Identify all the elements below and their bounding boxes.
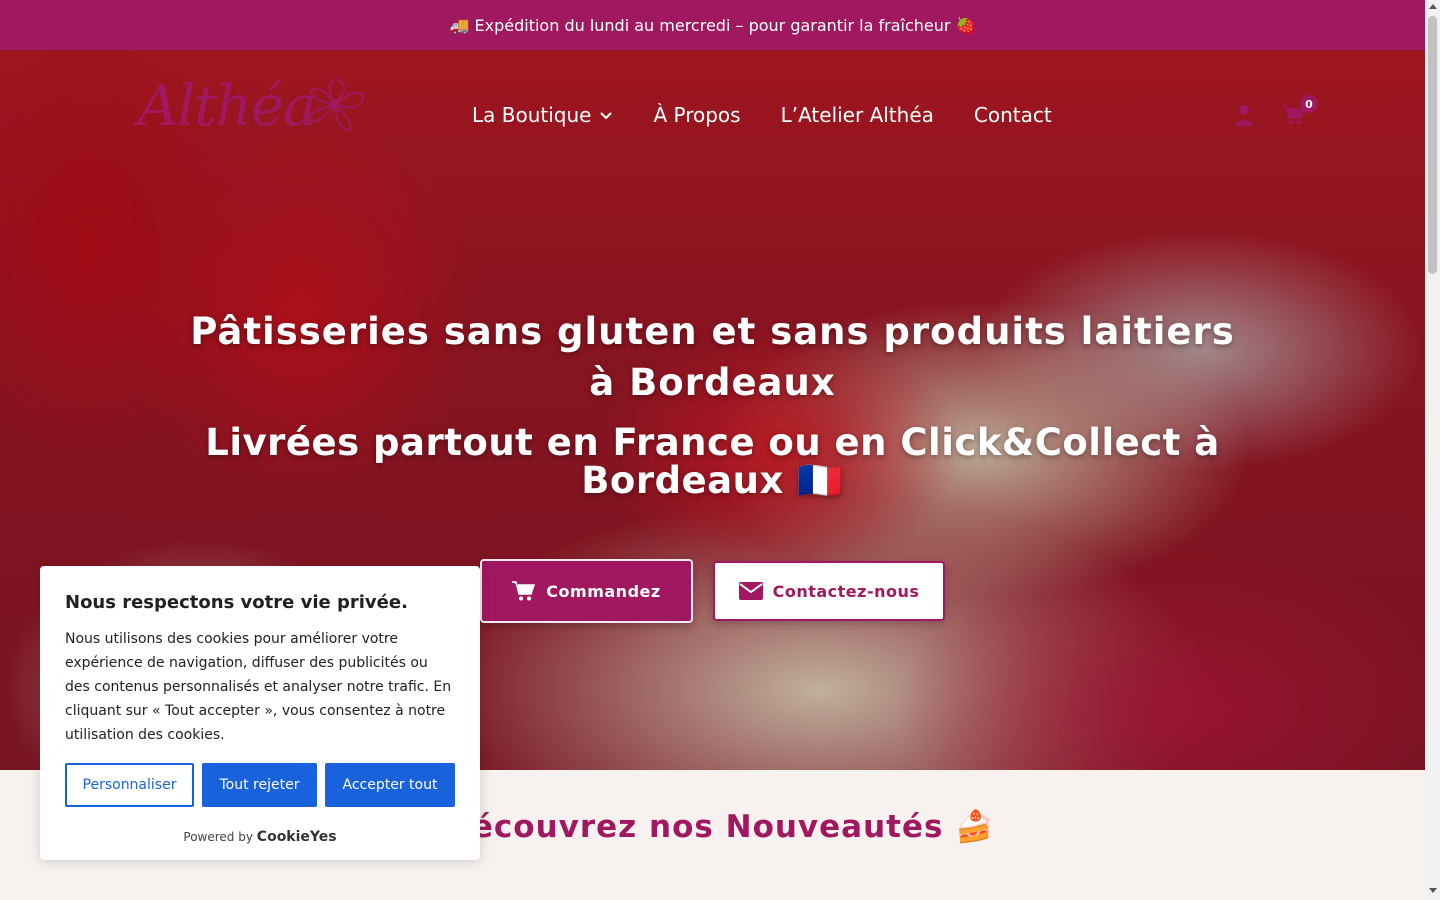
scrollbar-thumb[interactable] bbox=[1428, 16, 1437, 274]
chevron-down-icon bbox=[600, 112, 613, 120]
cookie-title: Nous respectons votre vie privée. bbox=[65, 592, 408, 613]
announcement-text: 🚚 Expédition du lundi au mercredi – pour… bbox=[449, 15, 976, 35]
cart-count-badge: 0 bbox=[1300, 95, 1318, 113]
nav-atelier-althea[interactable]: L’Atelier Althéa bbox=[781, 103, 934, 127]
cookie-consent-banner: Nous respectons votre vie privée. Nous u… bbox=[40, 566, 480, 860]
accept-all-button[interactable]: Accepter tout bbox=[325, 763, 455, 807]
envelope-icon bbox=[738, 582, 763, 600]
shopping-cart-icon bbox=[512, 581, 536, 601]
section-title: Découvrez nos Nouveautés 🍰 bbox=[445, 809, 995, 845]
order-button-label: Commandez bbox=[546, 581, 661, 601]
vertical-scrollbar[interactable] bbox=[1425, 0, 1440, 900]
cart-button[interactable]: 0 bbox=[1282, 95, 1322, 128]
nav-contact[interactable]: Contact bbox=[974, 103, 1052, 127]
user-icon[interactable] bbox=[1233, 104, 1255, 126]
order-button[interactable]: Commandez bbox=[480, 559, 693, 623]
hibiscus-icon bbox=[308, 78, 365, 132]
hero-subtitle: Livrées partout en France ou en Click&Co… bbox=[205, 421, 1220, 502]
cookie-description: Nous utilisons des cookies pour améliore… bbox=[65, 631, 452, 743]
site-logo[interactable]: Althéa bbox=[138, 70, 380, 144]
nav-label: L’Atelier Althéa bbox=[780, 103, 934, 127]
cookie-buttons: Personnaliser Tout rejeter Accepter tout bbox=[65, 763, 455, 807]
nav-la-boutique[interactable]: La Boutique bbox=[472, 103, 613, 127]
nav-a-propos[interactable]: À Propos bbox=[653, 103, 740, 127]
customize-button[interactable]: Personnaliser bbox=[65, 763, 194, 807]
powered-by-label: Powered by bbox=[183, 830, 253, 844]
nav-label: La Boutique bbox=[472, 103, 592, 127]
hero-title: Pâtisseries sans gluten et sans produits… bbox=[190, 310, 1235, 404]
cookie-powered-by: Powered by CookieYes bbox=[65, 829, 455, 845]
contact-button-label: Contactez-nous bbox=[772, 581, 920, 601]
main-navigation: La Boutique À Propos L’Atelier Althéa Co… bbox=[472, 103, 1052, 127]
announcement-bar: 🚚 Expédition du lundi au mercredi – pour… bbox=[0, 0, 1425, 50]
scroll-down-arrow-icon[interactable] bbox=[1428, 888, 1437, 893]
cookieyes-logo[interactable]: CookieYes bbox=[257, 829, 337, 845]
contact-button[interactable]: Contactez-nous bbox=[713, 561, 945, 621]
nav-label: À Propos bbox=[653, 103, 741, 127]
reject-all-button[interactable]: Tout rejeter bbox=[202, 763, 317, 807]
logo-text: Althéa bbox=[138, 74, 316, 139]
nav-label: Contact bbox=[973, 103, 1052, 127]
scroll-up-arrow-icon[interactable] bbox=[1428, 4, 1437, 9]
